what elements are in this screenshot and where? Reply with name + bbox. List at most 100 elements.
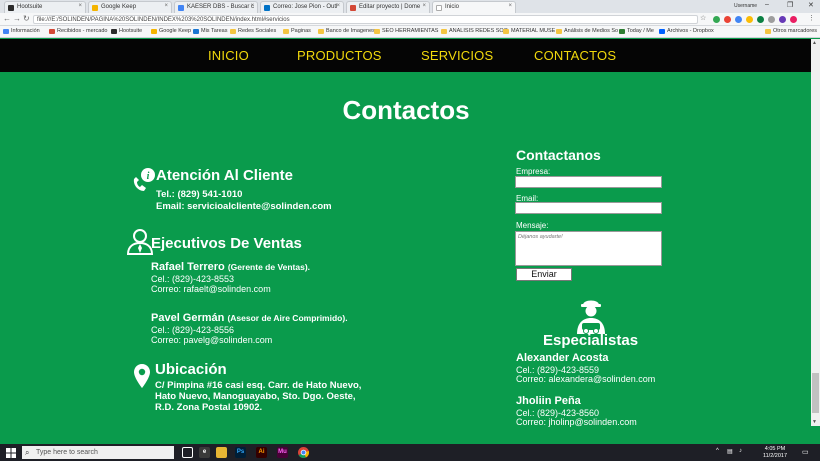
close-icon[interactable]: × bbox=[250, 3, 254, 9]
location-line: C/ Pimpina #16 casi esq. Carr. de Hato N… bbox=[155, 380, 362, 391]
task-view-icon[interactable] bbox=[182, 447, 193, 458]
back-icon[interactable]: ← bbox=[3, 14, 11, 23]
bookmark-item[interactable]: Banco de Imagenes bbox=[318, 28, 375, 34]
extension-icon[interactable] bbox=[779, 16, 786, 23]
close-icon[interactable]: × bbox=[78, 3, 82, 9]
taskbar-clock[interactable]: 4:05 PM 11/2/2017 bbox=[755, 446, 795, 460]
file-explorer-icon[interactable] bbox=[216, 447, 227, 458]
bookmark-label: Otros marcadores bbox=[773, 28, 818, 34]
tab-inicio[interactable]: Inicio × bbox=[432, 1, 516, 13]
specialist-email[interactable]: Correo: jholinp@solinden.com bbox=[516, 417, 637, 427]
person-name-text: Pavel Germán bbox=[151, 312, 225, 324]
submit-button[interactable]: Enviar bbox=[516, 268, 572, 281]
bookmark-label: Archivos - Dropbox bbox=[667, 28, 714, 34]
bookmark-item[interactable]: Redes Sociales bbox=[230, 28, 276, 34]
tab-google-keep[interactable]: Google Keep × bbox=[88, 1, 172, 13]
sales-person-name: Rafael Terrero (Gerente de Ventas). bbox=[151, 261, 310, 273]
dropbox-icon bbox=[659, 29, 665, 34]
close-icon[interactable]: × bbox=[164, 3, 168, 9]
bookmark-item[interactable]: Today / Me bbox=[619, 28, 654, 34]
network-icon[interactable]: ▤ bbox=[727, 448, 733, 455]
tray-chevron-icon[interactable]: ^ bbox=[716, 448, 719, 454]
sales-person-phone: Cel.: (829)-423-8556 bbox=[151, 325, 235, 335]
close-icon[interactable]: × bbox=[336, 3, 340, 9]
nav-productos[interactable]: PRODUCTOS bbox=[297, 48, 382, 63]
user-icon bbox=[126, 229, 154, 255]
today-icon bbox=[619, 29, 625, 34]
bookmark-item[interactable]: Google Keep bbox=[151, 28, 191, 34]
sales-person-email[interactable]: Correo: rafaelt@solinden.com bbox=[151, 284, 271, 294]
message-label: Mensaje: bbox=[516, 221, 549, 230]
folder-icon bbox=[374, 29, 380, 34]
company-label: Empresa: bbox=[516, 167, 551, 176]
bookmark-label: Banco de Imagenes bbox=[326, 28, 375, 34]
reload-icon[interactable]: ↻ bbox=[23, 14, 30, 23]
photoshop-icon[interactable]: Ps bbox=[235, 447, 246, 458]
forward-icon[interactable]: → bbox=[13, 14, 21, 23]
muse-icon[interactable]: Mu bbox=[277, 447, 288, 458]
nav-inicio[interactable]: INICIO bbox=[208, 48, 249, 63]
search-icon: ⌕ bbox=[25, 448, 30, 457]
nav-servicios[interactable]: SERVICIOS bbox=[421, 48, 493, 63]
outlook-favicon-icon bbox=[264, 5, 270, 11]
bookmark-item[interactable]: Información bbox=[3, 28, 40, 34]
folder-icon bbox=[765, 29, 771, 34]
close-icon[interactable]: × bbox=[422, 3, 426, 9]
profile-name[interactable]: Username bbox=[734, 3, 757, 9]
extension-icon[interactable] bbox=[735, 16, 742, 23]
folder-icon bbox=[441, 29, 447, 34]
bookmark-item[interactable]: MATERIAL MUSE bbox=[503, 28, 555, 34]
notifications-icon[interactable]: ▭ bbox=[802, 448, 809, 456]
scroll-down-icon[interactable]: ▼ bbox=[812, 419, 817, 425]
maximize-icon[interactable]: ❐ bbox=[787, 1, 793, 9]
bookmark-item[interactable]: Paginas bbox=[283, 28, 311, 34]
attention-email[interactable]: Email: servicioalcliente@solinden.com bbox=[156, 201, 332, 212]
extension-icon[interactable] bbox=[746, 16, 753, 23]
bookmark-item[interactable]: Hootsuite bbox=[111, 28, 142, 34]
bookmark-item[interactable]: Archivos - Dropbox bbox=[659, 28, 714, 34]
sales-person-email[interactable]: Correo: pavelg@solinden.com bbox=[151, 335, 272, 345]
message-textarea[interactable] bbox=[515, 231, 662, 266]
volume-icon[interactable]: ♪ bbox=[739, 448, 742, 454]
window-close-icon[interactable]: ✕ bbox=[808, 1, 814, 9]
page-title: Contactos bbox=[342, 95, 470, 125]
location-title: Ubicación bbox=[155, 361, 227, 378]
email-input[interactable] bbox=[515, 202, 662, 214]
tab-editar-proyecto[interactable]: Editar proyecto | Dome × bbox=[346, 1, 430, 13]
tab-kaeser-search[interactable]: KAESER DBS - Buscar c × bbox=[174, 1, 258, 13]
tab-outlook[interactable]: Correo: Jose Pion - Outl × bbox=[260, 1, 344, 13]
windows-start-icon[interactable] bbox=[6, 448, 16, 458]
taskbar-search-input[interactable]: ⌕ Type here to search bbox=[22, 446, 174, 459]
scroll-thumb[interactable] bbox=[812, 373, 819, 413]
tab-hootsuite[interactable]: Hootsuite × bbox=[4, 1, 86, 13]
bookmark-item[interactable]: Otros marcadores bbox=[765, 28, 817, 34]
search-placeholder: Type here to search bbox=[36, 449, 98, 456]
page-scrollbar[interactable]: ▲ ▼ bbox=[811, 39, 820, 426]
bookmark-item[interactable]: Recibidos - mercado bbox=[49, 28, 107, 34]
url-input[interactable]: file:///E:/SOLINDEN/PAGINA%20SOLINDEN/IN… bbox=[33, 15, 698, 24]
extension-icon[interactable] bbox=[757, 16, 764, 23]
extension-icon[interactable] bbox=[790, 16, 797, 23]
minimize-icon[interactable]: – bbox=[765, 1, 769, 8]
bookmark-item[interactable]: Mis Tareas bbox=[193, 28, 228, 34]
person-role: (Gerente de Ventas). bbox=[227, 262, 311, 272]
scroll-up-icon[interactable]: ▲ bbox=[812, 40, 817, 46]
bookmark-item[interactable]: ANALISIS REDES SOC bbox=[441, 28, 508, 34]
extension-icon[interactable] bbox=[768, 16, 775, 23]
chrome-icon[interactable] bbox=[298, 447, 309, 458]
close-icon[interactable]: × bbox=[508, 3, 512, 9]
nav-contactos[interactable]: CONTACTOS bbox=[534, 48, 616, 63]
specialist-email[interactable]: Correo: alexandera@solinden.com bbox=[516, 374, 655, 384]
extension-icon[interactable] bbox=[713, 16, 720, 23]
bookmark-item[interactable]: SEO HERRAMIENTAS bbox=[374, 28, 438, 34]
keep-favicon-icon bbox=[92, 5, 98, 11]
edge-icon[interactable]: e bbox=[199, 447, 210, 458]
phone-info-icon: i bbox=[133, 168, 155, 191]
company-input[interactable] bbox=[515, 176, 662, 188]
menu-icon[interactable]: ⋮ bbox=[808, 14, 815, 22]
bookmark-item[interactable]: Análisis de Medios So bbox=[556, 28, 618, 34]
person-role: (Asesor de Aire Comprimido). bbox=[227, 313, 348, 323]
extension-icon[interactable] bbox=[724, 16, 731, 23]
illustrator-icon[interactable]: Ai bbox=[256, 447, 267, 458]
bookmark-star-icon[interactable]: ☆ bbox=[700, 14, 706, 22]
